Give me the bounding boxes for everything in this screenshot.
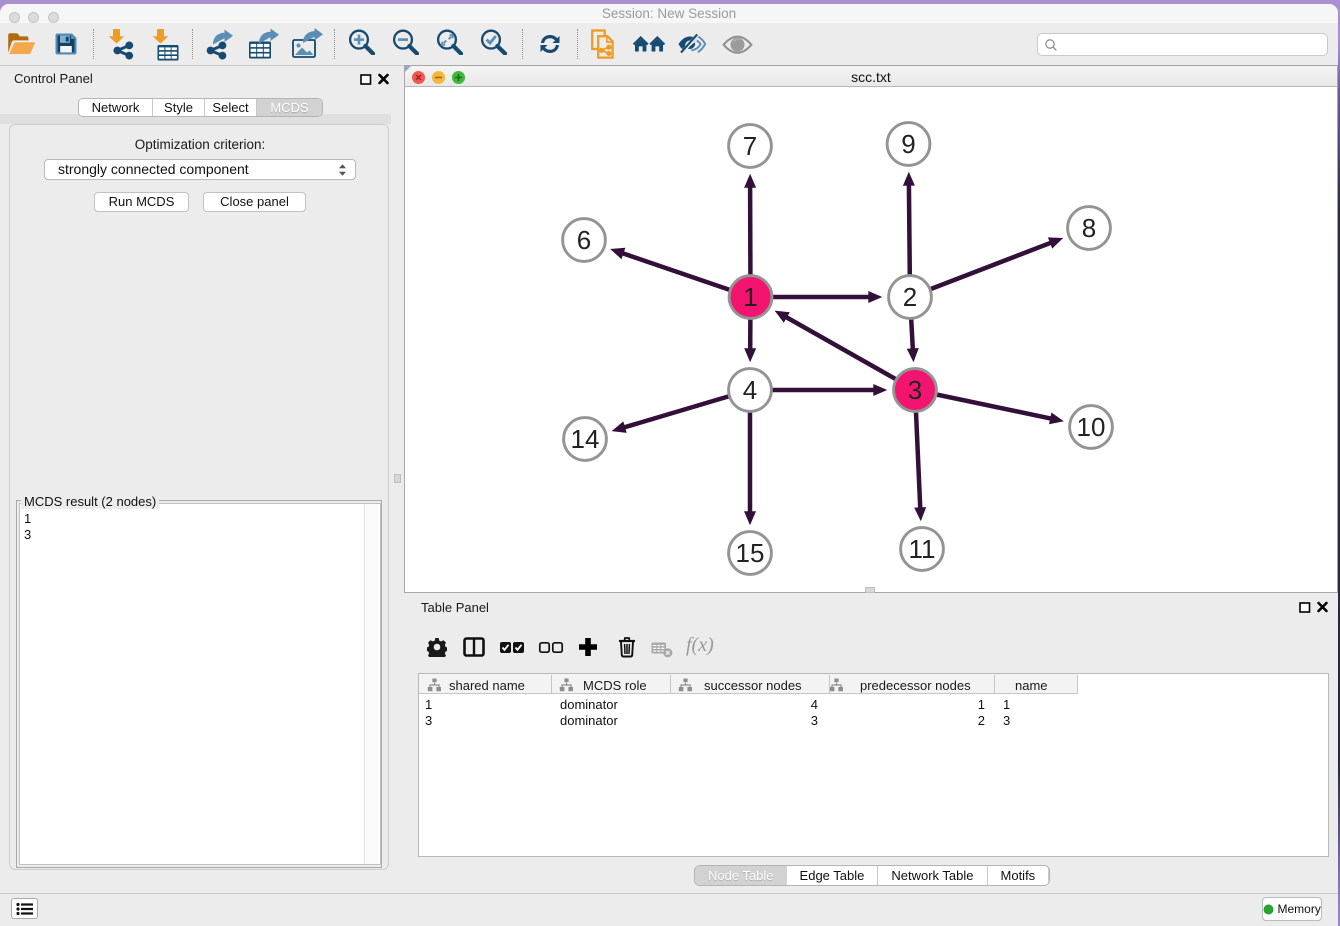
svg-text:8: 8 — [1082, 213, 1096, 243]
svg-text:14: 14 — [571, 424, 600, 454]
svg-text:6: 6 — [577, 225, 591, 255]
svg-text:1: 1 — [743, 282, 757, 312]
svg-text:2: 2 — [903, 282, 917, 312]
svg-text:3: 3 — [908, 375, 922, 405]
svg-text:4: 4 — [743, 375, 757, 405]
svg-text:15: 15 — [736, 538, 765, 568]
svg-text:10: 10 — [1077, 412, 1106, 442]
svg-text:11: 11 — [909, 534, 936, 564]
svg-text:9: 9 — [901, 129, 915, 159]
svg-text:7: 7 — [743, 131, 757, 161]
